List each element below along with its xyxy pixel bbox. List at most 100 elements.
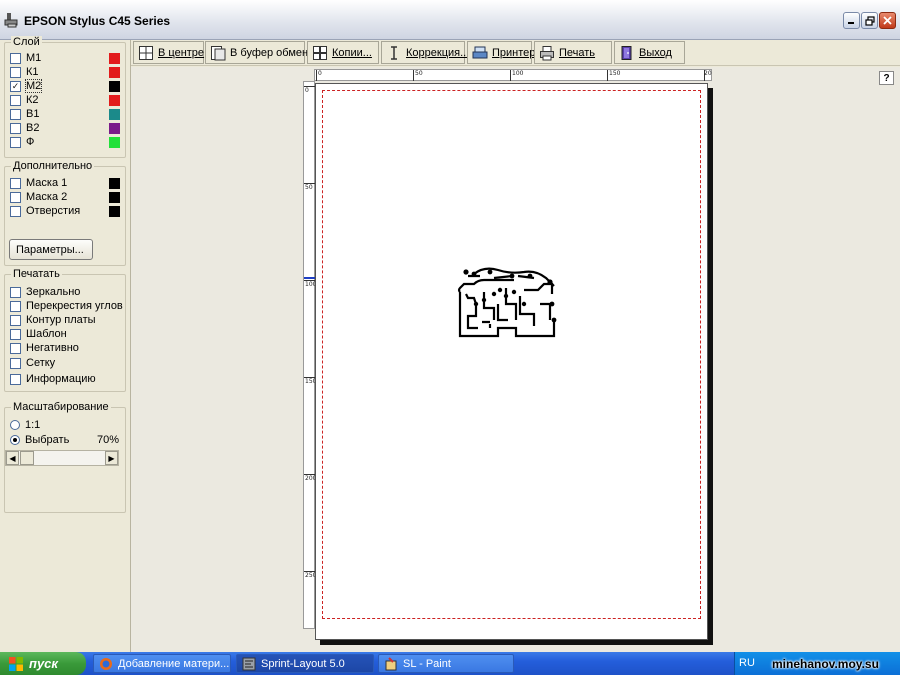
help-button[interactable]: ? — [879, 71, 894, 85]
board-outline-row[interactable]: Контур платы — [10, 313, 122, 327]
taskbar-item-label: Sprint-Layout 5.0 — [261, 657, 345, 670]
center-icon — [139, 45, 153, 60]
mask1-color-swatch — [109, 177, 120, 189]
printer-app-icon — [4, 13, 18, 28]
taskbar-item-sprint-layout[interactable]: Sprint-Layout 5.0 — [236, 654, 374, 673]
layer-k2-label: К2 — [26, 94, 39, 106]
corner-crosshairs-row[interactable]: Перекрестия углов — [10, 299, 123, 313]
layer-m2-row[interactable]: ✓ М2 — [10, 79, 122, 93]
info-checkbox[interactable] — [10, 373, 21, 385]
holes-label: Отверстия — [26, 205, 81, 217]
info-row[interactable]: Информацию — [10, 372, 122, 386]
layer-b2-row[interactable]: В2 — [10, 121, 122, 135]
template-label: Шаблон — [26, 328, 67, 340]
printer-button[interactable]: Принтер — [467, 41, 535, 64]
printer-icon — [472, 46, 488, 58]
layer-m2-label: М2 — [24, 79, 43, 93]
negative-label: Негативно — [26, 342, 79, 354]
template-row[interactable]: Шаблон — [10, 327, 122, 341]
layer-b1-checkbox[interactable] — [10, 108, 21, 120]
radio-dot-icon — [13, 438, 17, 442]
scale-choose-row[interactable]: Выбрать 70% — [10, 433, 122, 447]
layer-m1-color-swatch — [109, 52, 120, 64]
scale-slider[interactable]: ◀ ▶ — [5, 450, 119, 466]
mirror-label: Зеркально — [26, 286, 81, 298]
scale-choose-radio[interactable] — [10, 435, 20, 445]
minimize-button[interactable] — [843, 12, 860, 29]
negative-checkbox[interactable] — [10, 342, 21, 354]
mask1-row[interactable]: Маска 1 — [10, 176, 122, 190]
taskbar-item-browser[interactable]: Добавление матери... — [93, 654, 231, 673]
print-button[interactable]: Печать — [534, 41, 612, 64]
scale-1to1-label: 1:1 — [25, 419, 41, 431]
print-icon — [540, 45, 554, 60]
h-ruler-label: 20 — [704, 70, 712, 77]
language-indicator[interactable]: RU — [739, 657, 755, 669]
scroll-right-icon[interactable]: ▶ — [105, 451, 118, 465]
windows-logo-icon — [9, 656, 23, 671]
mask2-row[interactable]: Маска 2 — [10, 190, 122, 204]
info-label: Информацию — [26, 373, 96, 385]
board-outline-label: Контур платы — [26, 314, 96, 326]
layer-f-checkbox[interactable] — [10, 136, 21, 148]
layer-m1-row[interactable]: М1 — [10, 51, 122, 65]
start-button[interactable]: пуск — [0, 652, 86, 675]
scroll-left-icon[interactable]: ◀ — [6, 451, 19, 465]
clipboard-button[interactable]: В буфер обмена — [205, 41, 314, 64]
center-button[interactable]: В центре — [133, 41, 204, 64]
layer-k1-label: К1 — [26, 66, 39, 78]
layer-b1-row[interactable]: В1 — [10, 107, 122, 121]
mask2-checkbox[interactable] — [10, 191, 21, 203]
layer-k1-row[interactable]: К1 — [10, 65, 122, 79]
taskbar-item-paint[interactable]: SL - Paint — [378, 654, 514, 673]
exit-button[interactable]: Выход — [614, 41, 685, 64]
h-ruler-label: 50 — [415, 70, 423, 77]
layer-k2-row[interactable]: К2 — [10, 93, 122, 107]
mirror-row[interactable]: Зеркально — [10, 285, 122, 299]
holes-checkbox[interactable] — [10, 205, 21, 217]
grid-label: Сетку — [26, 357, 56, 369]
layer-group-title: Слой — [11, 36, 42, 48]
scale-1to1-row[interactable]: 1:1 — [10, 418, 122, 432]
checkmark-icon: ✓ — [11, 80, 20, 91]
ruler-position-marker — [304, 277, 315, 279]
layer-k1-checkbox[interactable] — [10, 66, 21, 78]
pcb-layout-image — [457, 267, 557, 338]
window-title: EPSON Stylus C45 Series — [24, 14, 171, 28]
mirror-checkbox[interactable] — [10, 286, 21, 298]
taskbar-item-label: SL - Paint — [403, 657, 451, 670]
mask1-checkbox[interactable] — [10, 177, 21, 189]
scale-1to1-radio[interactable] — [10, 420, 20, 430]
layer-f-label: Ф — [26, 136, 35, 148]
restore-button[interactable] — [861, 12, 878, 29]
parameters-button[interactable]: Параметры... — [9, 239, 93, 260]
layer-k2-checkbox[interactable] — [10, 94, 21, 106]
layer-m2-color-swatch — [109, 80, 120, 92]
grid-row[interactable]: Сетку — [10, 356, 122, 370]
copies-button[interactable]: Копии... — [307, 41, 379, 64]
grid-checkbox[interactable] — [10, 357, 21, 369]
template-checkbox[interactable] — [10, 328, 21, 340]
correction-button[interactable]: Коррекция... — [381, 41, 469, 64]
holes-row[interactable]: Отверстия — [10, 204, 122, 218]
h-ruler-label: 0 — [318, 70, 322, 77]
corner-crosshairs-checkbox[interactable] — [10, 300, 21, 312]
layer-f-row[interactable]: Ф — [10, 135, 122, 149]
corner-crosshairs-label: Перекрестия углов — [26, 300, 123, 312]
print-preview-area: ? 0 50 100 150 20 0 50 100 150 200 250 — [131, 67, 900, 652]
taskbar: пуск Добавление матери... Sprint-Layout … — [0, 652, 900, 675]
negative-row[interactable]: Негативно — [10, 341, 122, 355]
layer-m2-checkbox[interactable]: ✓ — [10, 80, 21, 92]
settings-panel: Слой М1 К1 ✓ М2 К2 В1 В2 Ф Дополнительно… — [0, 36, 131, 652]
close-button[interactable] — [879, 12, 896, 29]
layer-k2-color-swatch — [109, 94, 120, 106]
layer-b1-label: В1 — [26, 108, 40, 120]
board-outline-checkbox[interactable] — [10, 314, 21, 326]
scale-slider-thumb[interactable] — [20, 451, 34, 465]
exit-label: Выход — [639, 46, 672, 59]
print-label: Печать — [559, 46, 596, 59]
layer-b2-checkbox[interactable] — [10, 122, 21, 134]
layer-m1-checkbox[interactable] — [10, 52, 21, 64]
close-icon — [883, 16, 892, 25]
center-label: В центре — [158, 46, 205, 59]
